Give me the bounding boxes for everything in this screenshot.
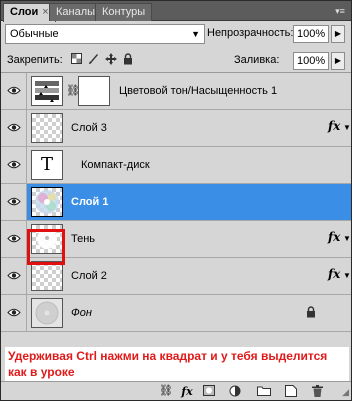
new-layer-icon[interactable] <box>285 385 297 398</box>
delete-layer-trash-icon[interactable] <box>311 385 323 398</box>
visibility-eye-icon[interactable] <box>1 258 27 294</box>
chevron-down-icon[interactable]: ▼ <box>343 234 351 243</box>
highlight-box <box>27 229 65 265</box>
adjustment-hue-saturation-icon <box>31 76 63 106</box>
tab-channels-label: Каналы <box>56 6 96 18</box>
chevron-down-icon: ▼ <box>191 29 200 39</box>
tab-paths-label: Контуры <box>102 6 146 18</box>
layer-row[interactable]: ⛓ Цветовой тон/Насыщенность 1 <box>1 73 351 110</box>
layer-name: Тень <box>71 233 96 245</box>
panel-tab-bar: Слои × Каналы Контуры ▾≡ <box>1 1 351 22</box>
visibility-eye-icon[interactable] <box>1 147 27 183</box>
lock-label: Закрепить: <box>7 54 63 66</box>
background-thumbnail[interactable] <box>31 298 63 328</box>
fill-input[interactable]: 100% <box>293 52 329 70</box>
layers-bottom-toolbar: ⛓ fx ◢ <box>1 381 351 400</box>
layer-thumbnail[interactable] <box>31 261 63 291</box>
link-layers-icon[interactable]: ⛓ <box>159 385 173 398</box>
layer-row[interactable]: Слой 3 fx ▼ <box>1 110 351 147</box>
lock-icon <box>306 306 318 318</box>
opacity-label: Непрозрачность: <box>207 27 294 39</box>
tab-layers[interactable]: Слои × <box>3 3 56 22</box>
visibility-eye-icon[interactable] <box>1 184 27 220</box>
opacity-input[interactable]: 100% <box>293 25 329 43</box>
lock-transparency-icon[interactable] <box>71 53 82 65</box>
visibility-eye-icon[interactable] <box>1 73 27 109</box>
fx-icon[interactable]: fx <box>328 230 340 244</box>
layer-row[interactable]: T Компакт-диск <box>1 147 351 184</box>
fill-label: Заливка: <box>234 54 280 66</box>
close-icon[interactable]: × <box>42 6 48 18</box>
resize-grip-icon[interactable]: ◢ <box>342 387 349 398</box>
layer-name: Слой 1 <box>71 196 109 208</box>
visibility-eye-icon[interactable] <box>1 221 27 257</box>
lock-pixels-brush-icon[interactable] <box>88 53 99 65</box>
layer-row-selected[interactable]: Слой 1 <box>1 184 351 221</box>
layer-row[interactable]: Фон <box>1 295 351 332</box>
lock-position-move-icon[interactable] <box>105 53 117 65</box>
layer-name: Компакт-диск <box>81 159 150 171</box>
blend-mode-value: Обычные <box>10 28 59 40</box>
layers-list: ⛓ Цветовой тон/Насыщенность 1 Слой 3 fx … <box>1 73 351 371</box>
fx-icon[interactable]: fx <box>328 267 340 281</box>
text-layer-icon[interactable]: T <box>31 150 63 180</box>
opacity-slider-arrow-icon[interactable]: ▶ <box>331 25 345 43</box>
layer-name: Цветовой тон/Насыщенность 1 <box>119 85 278 97</box>
chevron-down-icon[interactable]: ▼ <box>343 271 351 280</box>
tab-layers-label: Слои <box>10 6 39 18</box>
blend-mode-select[interactable]: Обычные ▼ <box>5 24 205 44</box>
add-mask-icon[interactable] <box>203 385 215 398</box>
visibility-eye-icon[interactable] <box>1 110 27 146</box>
layer-name: Слой 3 <box>71 122 107 134</box>
fill-slider-arrow-icon[interactable]: ▶ <box>331 52 345 70</box>
add-style-fx-icon[interactable]: fx <box>179 385 195 398</box>
instruction-caption: Удерживая Ctrl нажми на квадрат и у тебя… <box>5 347 349 381</box>
layer-name: Слой 2 <box>71 270 107 282</box>
fx-icon[interactable]: fx <box>328 119 340 133</box>
tab-paths[interactable]: Контуры <box>95 3 153 21</box>
new-group-folder-icon[interactable] <box>257 385 271 398</box>
adjustment-layer-icon[interactable] <box>229 385 241 398</box>
visibility-eye-icon[interactable] <box>1 295 27 331</box>
cd-thumbnail[interactable] <box>31 187 63 217</box>
panel-menu-icon[interactable]: ▾≡ <box>333 5 347 17</box>
chevron-down-icon[interactable]: ▼ <box>343 123 351 132</box>
layer-mask-thumbnail[interactable] <box>78 76 110 106</box>
lock-all-icon[interactable] <box>122 53 133 65</box>
layer-name: Фон <box>71 307 92 319</box>
layer-thumbnail[interactable] <box>31 113 63 143</box>
layers-panel: Слои × Каналы Контуры ▾≡ Обычные ▼ Непроз… <box>0 0 352 401</box>
lock-options <box>71 53 133 65</box>
